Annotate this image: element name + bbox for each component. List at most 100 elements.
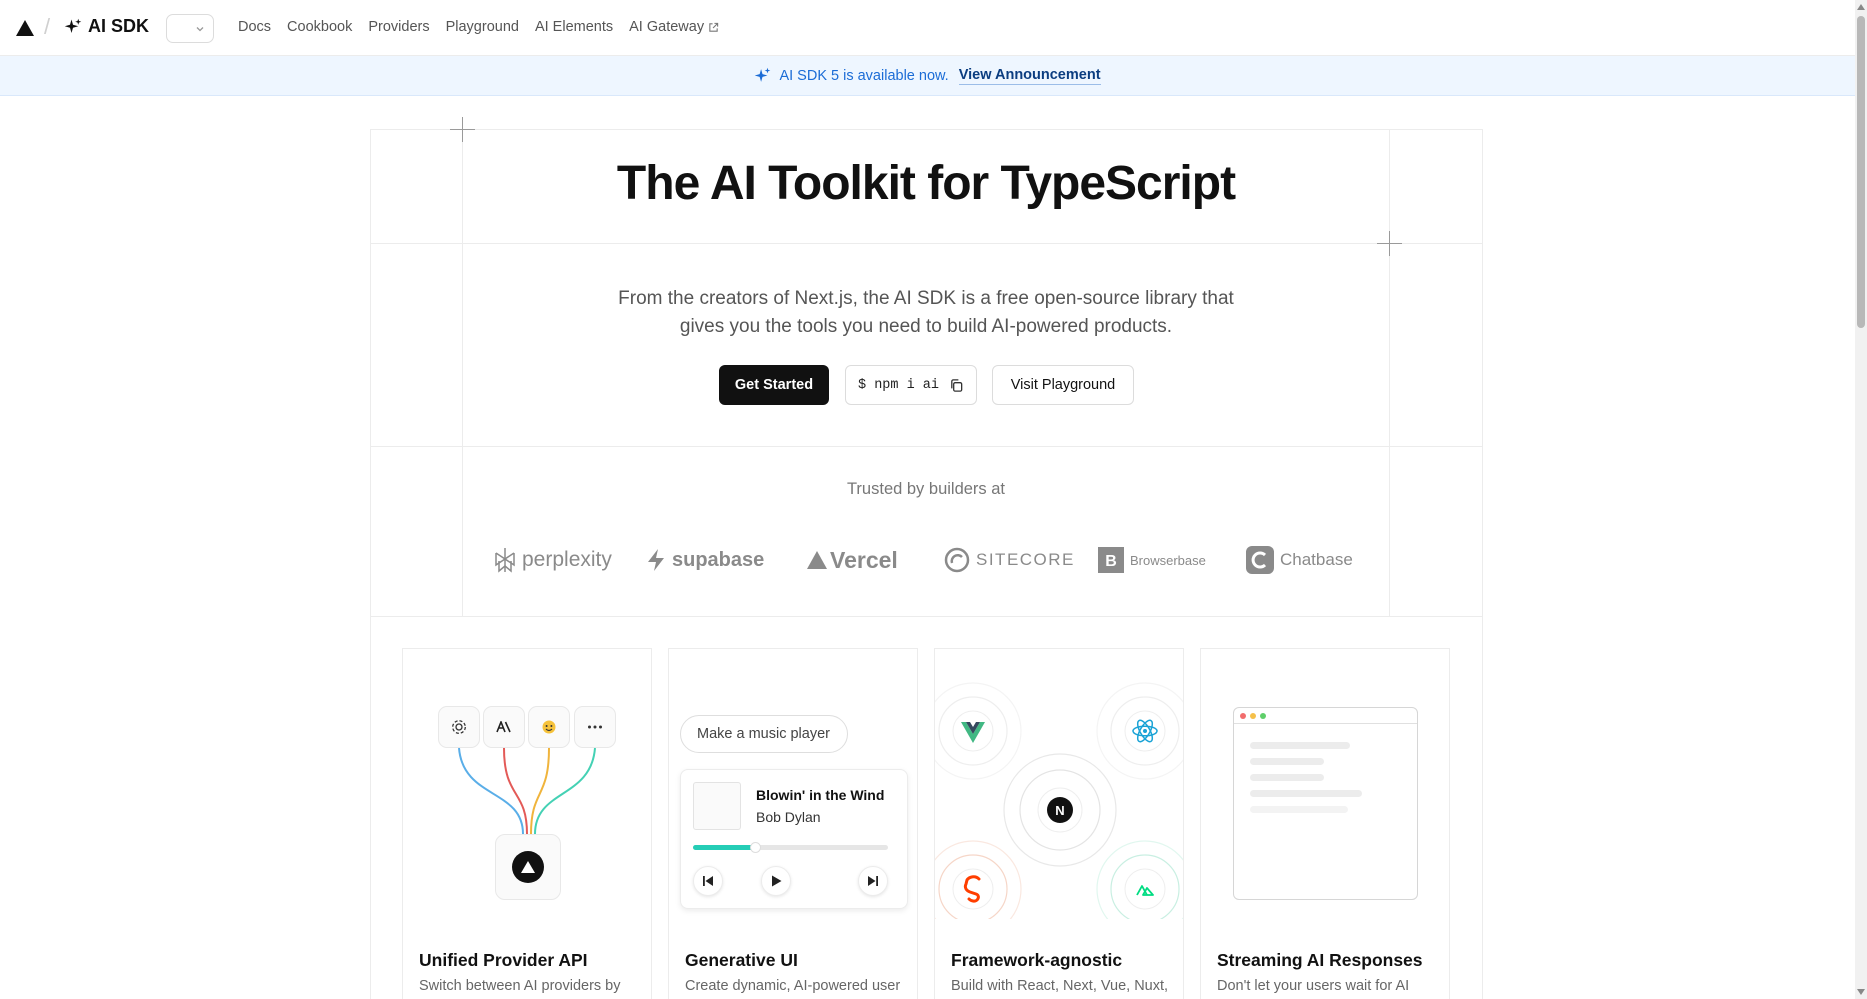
chatbase-logo: Chatbase [1246,540,1353,580]
feature-card-generative-ui[interactable]: Make a music player Blowin' in the Wind … [668,648,918,999]
album-art [693,782,741,830]
skeleton-line [1250,806,1348,813]
nav-providers[interactable]: Providers [368,19,429,35]
copy-icon[interactable] [949,378,964,393]
browserbase-logo: B Browserbase [1098,540,1206,580]
more-icon [574,706,616,748]
feature-card-unified-provider-api[interactable]: Unified Provider API Switch between AI p… [402,648,652,999]
sitecore-logo: SITECORE [944,540,1075,580]
breadcrumb-separator: / [44,14,51,39]
chatbase-logo-text: Chatbase [1280,550,1353,569]
chat-prompt-bubble: Make a music player [680,715,848,753]
sitecore-icon [944,547,970,573]
scroll-up-arrow-icon[interactable] [1857,4,1865,10]
install-command: $ npm i ai [858,377,940,393]
feature-title: Generative UI [685,950,798,970]
sparkle-icon [64,18,82,33]
vercel-circle-icon [512,851,544,883]
progress-track[interactable] [693,842,888,853]
chatbase-icon [1246,546,1274,574]
vercel-triangle-icon [807,551,827,569]
feature-title: Unified Provider API [419,950,588,970]
customer-logos: perplexity supabase Vercel SITECORE B Br… [462,540,1390,580]
crosshair-mark-icon [1377,231,1402,256]
supabase-icon [648,549,664,571]
perplexity-logo-text: perplexity [522,548,612,571]
supabase-logo: supabase [646,540,764,580]
banner-text: AI SDK 5 is available now. [779,67,949,84]
feature-card-framework-agnostic[interactable]: N Framework-agnostic Build with React, N… [934,648,1184,999]
song-title: Blowin' in the Wind [756,787,885,803]
main-nav: Docs Cookbook Providers Playground AI El… [238,19,719,35]
page-scrollbar[interactable] [1855,0,1867,999]
play-button[interactable] [761,866,791,896]
nav-ai-gateway-label: AI Gateway [629,19,705,35]
vercel-logo-text: Vercel [830,546,898,573]
npm-install-button[interactable]: $ npm i ai [845,365,977,405]
view-announcement-link[interactable]: View Announcement [958,67,1101,85]
skip-forward-icon [868,876,878,886]
provider-connection-lines [458,747,596,835]
minimize-dot-icon [1250,712,1256,719]
chevron-down-icon [196,26,204,31]
huggingface-icon [528,706,570,748]
grid-line [370,616,1483,617]
progress-knob[interactable] [750,842,762,853]
svg-text:N: N [1055,803,1064,818]
supabase-logo-text: supabase [672,548,765,571]
version-select[interactable] [166,14,214,43]
anthropic-icon [483,706,525,748]
browser-title-bar [1234,708,1417,724]
trusted-label: Trusted by builders at [846,480,1006,498]
ai-sdk-home-link[interactable]: AI SDK [64,16,149,37]
song-artist: Bob Dylan [756,809,821,825]
sparkle-icon [755,67,771,82]
skip-back-icon [703,876,713,886]
scroll-thumb[interactable] [1857,16,1865,328]
openai-icon [438,706,480,748]
nav-docs[interactable]: Docs [238,19,271,35]
nav-playground[interactable]: Playground [446,19,519,35]
vercel-logo: Vercel [806,540,898,580]
nav-cookbook[interactable]: Cookbook [287,19,352,35]
browserbase-logo-text: Browserbase [1130,552,1206,568]
framework-orbit-graphic: N [935,682,1183,919]
ai-sdk-hub [495,834,561,900]
perplexity-logo: perplexity [494,540,612,580]
feature-card-streaming-ai-responses[interactable]: Streaming AI Responses Don't let your us… [1200,648,1450,999]
get-started-button[interactable]: Get Started [719,365,829,405]
skeleton-line [1250,774,1324,781]
browserbase-icon: B [1098,547,1124,573]
scroll-down-arrow-icon[interactable] [1857,989,1865,995]
feature-description: Create dynamic, AI-powered user [685,978,901,994]
music-player-widget: Blowin' in the Wind Bob Dylan [680,769,908,909]
maximize-dot-icon [1260,712,1266,719]
grid-line [370,243,1483,244]
skeleton-line [1250,790,1362,797]
external-link-icon [709,22,719,32]
crosshair-mark-icon [450,117,475,142]
visit-playground-button[interactable]: Visit Playground [992,365,1134,405]
progress-fill [693,845,756,850]
next-track-button[interactable] [858,866,888,896]
hero-description-line-1: From the creators of Next.js, the AI SDK… [618,288,1234,309]
nav-ai-elements[interactable]: AI Elements [535,19,613,35]
feature-title: Framework-agnostic [951,950,1123,970]
previous-track-button[interactable] [693,866,723,896]
vercel-logo-icon[interactable] [16,20,34,36]
hero-description-line-2: gives you the tools you need to build AI… [679,316,1173,337]
feature-title: Streaming AI Responses [1217,950,1423,970]
feature-description: Don't let your users wait for AI [1217,978,1410,994]
browser-window-graphic [1233,707,1418,900]
nav-ai-gateway[interactable]: AI Gateway [629,19,719,35]
top-navigation: / AI SDK Docs Cookbook Providers Playgro… [0,0,1855,56]
skeleton-line [1250,742,1350,749]
close-dot-icon [1240,712,1246,719]
feature-description: Build with React, Next, Vue, Nuxt, [951,978,1169,994]
play-icon [772,875,782,887]
grid-line [370,129,1483,130]
page-title: The AI Toolkit for TypeScript [616,157,1236,210]
svg-text:B: B [1105,553,1117,570]
hero-description: From the creators of Next.js, the AI SDK… [560,285,1292,341]
brand-name: AI SDK [88,16,150,36]
